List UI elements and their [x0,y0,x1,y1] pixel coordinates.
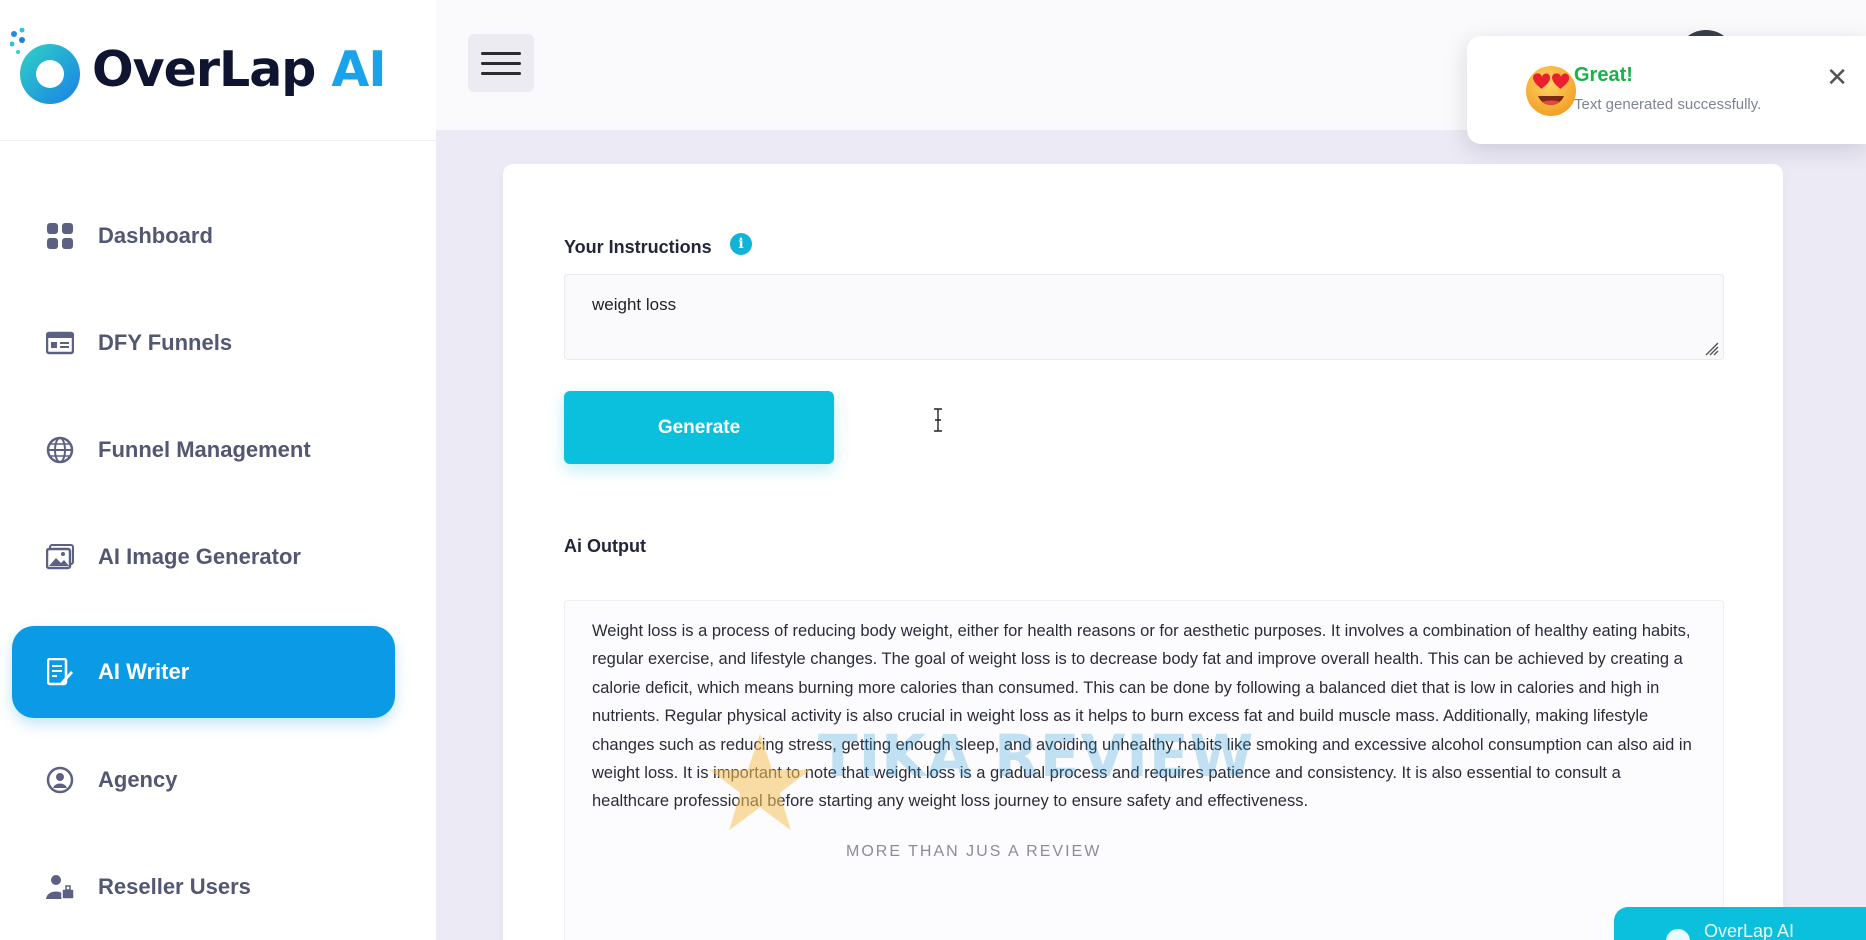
instructions-textarea[interactable]: weight loss [564,274,1724,360]
sidebar-divider [0,140,436,141]
toast-title: Great! [1574,64,1633,86]
info-icon[interactable]: i [730,233,752,255]
watermark-title: TIKA REVIEW [818,722,1255,790]
hamburger-line [481,51,521,55]
document-edit-icon [44,656,76,688]
watermark-subtitle: MORE THAN JUS A REVIEW [846,843,1102,860]
instructions-label: Your Instructions [564,237,712,257]
image-icon [44,541,76,573]
chat-label: OverLap AI [1704,921,1795,940]
ai-writer-card: Your Instructions i weight loss Generate… [503,164,1783,940]
grid-icon [44,220,76,252]
resize-grip-icon[interactable] [1705,341,1719,356]
hamburger-line [481,61,521,65]
sidebar-item-label: DFY Funnels [98,330,233,355]
watermark-star-icon [705,728,815,838]
card-icon [44,327,76,359]
logo-text: OverLap AI [92,40,387,98]
globe-icon [44,434,76,466]
hamburger-line [481,71,521,75]
text-cursor-icon [932,408,944,432]
sidebar-item-label: AI Writer [98,659,190,684]
hamburger-menu-button[interactable] [468,34,534,92]
sidebar-item-ai-image-generator[interactable]: AI Image Generator [12,511,395,603]
sidebar-item-ai-writer[interactable]: AI Writer [12,626,395,718]
sidebar-item-reseller-users[interactable]: Reseller Users [12,841,395,933]
sidebar: OverLap AI Dashboard DFY Funnels Funnel … [0,0,436,940]
sidebar-item-agency[interactable]: Agency [12,734,395,826]
chat-icon [1666,929,1690,940]
sidebar-item-label: Agency [98,767,178,792]
logo-ai-text: AI [331,40,386,98]
generate-button[interactable]: Generate [564,391,834,464]
sidebar-item-label: Funnel Management [98,437,311,462]
heart-eyes-emoji-icon [1523,62,1579,118]
sidebar-item-dfy-funnels[interactable]: DFY Funnels [12,297,395,389]
logo-main-text: OverLap [92,40,332,98]
sidebar-item-label: Reseller Users [98,874,251,899]
output-label: Ai Output [564,536,646,556]
user-circle-icon [44,764,76,796]
sidebar-item-label: AI Image Generator [98,544,301,569]
instructions-value: weight loss [592,295,677,314]
sidebar-item-label: Dashboard [98,223,213,248]
success-toast: Great! Text generated successfully. ✕ [1467,36,1866,144]
sidebar-item-dashboard[interactable]: Dashboard [12,190,395,282]
toast-message: Text generated successfully. [1574,96,1762,113]
logo-mark-icon [9,27,86,110]
chat-launcher-button[interactable]: OverLap AI [1614,907,1866,940]
users-icon [44,871,76,903]
app-logo[interactable]: OverLap AI [9,27,387,110]
close-icon[interactable]: ✕ [1826,64,1848,90]
sidebar-item-funnel-management[interactable]: Funnel Management [12,404,395,496]
